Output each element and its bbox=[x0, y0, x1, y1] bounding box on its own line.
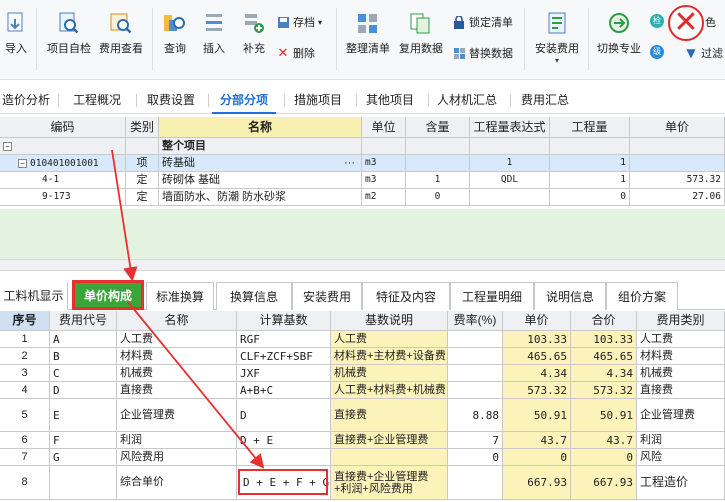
table-row[interactable]: 7 G 风险费用 0 0 0 风险 bbox=[0, 449, 725, 466]
tab-unit-price-composition[interactable]: 单价构成 bbox=[72, 280, 144, 310]
col-header-unit-price[interactable]: 单价 bbox=[630, 117, 725, 138]
grid-header-row: 编码 类别 名称 单位 含量 工程量表达式 工程量 单价 bbox=[0, 117, 725, 138]
fee-view-icon bbox=[106, 10, 136, 36]
table-row[interactable]: 5 E 企业管理费 D 直接费 8.88 50.91 50.91 企业管理费 bbox=[0, 399, 725, 432]
collapse-icon[interactable]: − bbox=[18, 158, 27, 168]
more-button[interactable]: ··· bbox=[344, 155, 355, 171]
close-icon[interactable]: ✕ bbox=[668, 5, 704, 41]
tab-features-content[interactable]: 特征及内容 bbox=[362, 282, 450, 310]
empty-grid-area bbox=[0, 209, 725, 259]
tab-other-items[interactable]: 其他项目 bbox=[362, 86, 418, 114]
col-header-fee-category[interactable]: 费用类别 bbox=[637, 311, 725, 331]
tab-standard-conversion[interactable]: 标准换算 bbox=[146, 282, 214, 310]
lock-icon bbox=[452, 15, 466, 29]
col-header-quantity[interactable]: 工程量 bbox=[550, 117, 630, 138]
col-header-expression[interactable]: 工程量表达式 bbox=[470, 117, 550, 138]
tab-fee-settings[interactable]: 取费设置 bbox=[140, 86, 202, 114]
archive-button[interactable]: 存档 ▾ bbox=[276, 14, 322, 30]
dropdown-arrow-icon: ▾ bbox=[554, 56, 559, 65]
col-header-category[interactable]: 类别 bbox=[126, 117, 159, 138]
col-header-code[interactable]: 编码 bbox=[0, 117, 126, 138]
tab-description-info[interactable]: 说明信息 bbox=[534, 282, 606, 310]
ribbon-toolbar: 导入 项目自检 费用查看 查询 插入 补充 存档 ▾ ✕ 删除 整理清单 复用数… bbox=[0, 0, 725, 80]
fee-view-button[interactable]: 费用查看 bbox=[96, 4, 146, 56]
dropdown-arrow-icon: ▾ bbox=[318, 17, 323, 27]
whole-project-label: 整个项目 bbox=[159, 138, 362, 155]
col-header-amount[interactable]: 含量 bbox=[406, 117, 470, 138]
table-row[interactable]: 6 F 利润 D + E 直接费+企业管理费 7 43.7 43.7 利润 bbox=[0, 432, 725, 449]
delete-button[interactable]: ✕ 删除 bbox=[276, 45, 315, 61]
query-button[interactable]: 查询 bbox=[158, 4, 192, 56]
color-button[interactable]: 色 bbox=[705, 14, 716, 30]
table-row[interactable]: 4-1 定 砖砌体 基础 m3 1 QDL 1 573.32 bbox=[0, 172, 725, 189]
table-row[interactable]: 1 A 人工费 RGF 人工费 103.33 103.33 人工费 bbox=[0, 331, 725, 348]
tab-project-overview[interactable]: 工程概况 bbox=[66, 86, 128, 114]
tab-quantity-details[interactable]: 工程量明细 bbox=[450, 282, 534, 310]
main-tab-bar: 造价分析 工程概况 取费设置 分部分项 措施项目 其他项目 人材机汇总 费用汇总 bbox=[0, 86, 725, 114]
grid-header-row: 序号 费用代号 名称 计算基数 基数说明 费率(%) 单价 合价 费用类别 bbox=[0, 311, 725, 331]
reuse-data-icon bbox=[406, 10, 436, 36]
table-row[interactable]: 9-173 定 墙面防水、防潮 防水砂浆 m2 0 0 27.06 bbox=[0, 189, 725, 206]
col-header-seq[interactable]: 序号 bbox=[0, 311, 50, 331]
col-header-unit-price[interactable]: 单价 bbox=[503, 311, 571, 331]
delete-x-icon: ✕ bbox=[277, 45, 289, 61]
import-icon bbox=[1, 10, 31, 36]
tab-fee-summary[interactable]: 费用汇总 bbox=[516, 86, 574, 114]
table-row-whole-project[interactable]: − 整个项目 bbox=[0, 138, 725, 155]
table-row[interactable]: −010401001001 项 砖基础 ··· m3 1 1 bbox=[0, 155, 725, 172]
detail-tab-bar: 工料机显示 单价构成 标准换算 换算信息 安装费用 特征及内容 工程量明细 说明… bbox=[0, 280, 725, 310]
supplement-icon bbox=[239, 10, 269, 36]
col-header-calc-base[interactable]: 计算基数 bbox=[237, 311, 331, 331]
tab-divisional-items[interactable]: 分部分项 bbox=[212, 86, 276, 114]
filter-funnel-icon: ▼ bbox=[686, 46, 696, 60]
panel-splitter[interactable] bbox=[0, 259, 725, 271]
col-header-rate[interactable]: 费率(%) bbox=[448, 311, 503, 331]
col-header-unit[interactable]: 单位 bbox=[362, 117, 406, 138]
col-header-total[interactable]: 合价 bbox=[571, 311, 637, 331]
organize-list-icon bbox=[353, 10, 383, 36]
tab-install-fee[interactable]: 安装费用 bbox=[292, 282, 362, 310]
check-badge[interactable]: 检 bbox=[650, 14, 664, 28]
col-header-fee-code[interactable]: 费用代号 bbox=[50, 311, 117, 331]
supplement-button[interactable]: 补充 bbox=[238, 4, 270, 56]
col-header-name[interactable]: 名称 bbox=[159, 117, 362, 138]
reuse-data-button[interactable]: 复用数据 bbox=[396, 4, 446, 56]
switch-major-icon bbox=[604, 10, 634, 36]
insert-icon bbox=[199, 10, 229, 36]
organize-list-button[interactable]: 整理清单 bbox=[342, 4, 394, 56]
query-icon bbox=[160, 10, 190, 36]
lock-list-button[interactable]: 锁定清单 bbox=[452, 14, 513, 30]
replace-icon bbox=[452, 46, 466, 60]
install-fee-button[interactable]: 安装费用 ▾ bbox=[532, 4, 582, 65]
col-header-name[interactable]: 名称 bbox=[117, 311, 237, 331]
import-button[interactable]: 导入 bbox=[0, 4, 32, 56]
level-badge[interactable]: 级 bbox=[650, 45, 664, 59]
tab-conversion-info[interactable]: 换算信息 bbox=[216, 282, 292, 310]
filter-button[interactable]: ▼ 过滤 bbox=[684, 45, 723, 61]
table-row[interactable]: 2 B 材料费 CLF+ZCF+SBF 材料费+主材费+设备费 465.65 4… bbox=[0, 348, 725, 365]
collapse-icon[interactable]: − bbox=[3, 141, 12, 151]
self-check-button[interactable]: 项目自检 bbox=[44, 4, 94, 56]
col-header-base-desc[interactable]: 基数说明 bbox=[331, 311, 448, 331]
tab-measure-items[interactable]: 措施项目 bbox=[290, 86, 346, 114]
table-row[interactable]: 3 C 机械费 JXF 机械费 4.34 4.34 机械费 bbox=[0, 365, 725, 382]
replace-data-button[interactable]: 替换数据 bbox=[452, 45, 513, 61]
tab-labor-material-summary[interactable]: 人材机汇总 bbox=[434, 86, 500, 114]
tab-labor-material-display[interactable]: 工料机显示 bbox=[0, 282, 68, 310]
tab-cost-analysis[interactable]: 造价分析 bbox=[0, 86, 52, 114]
table-row[interactable]: 4 D 直接费 A+B+C 人工费+材料费+机械费 573.32 573.32 … bbox=[0, 382, 725, 399]
archive-icon bbox=[276, 15, 290, 29]
table-row[interactable]: 8 综合单价 D + E + F + G 直接费+企业管理费+利润+风险费用 6… bbox=[0, 466, 725, 500]
tab-pricing-scheme[interactable]: 组价方案 bbox=[606, 282, 678, 310]
install-fee-icon bbox=[542, 10, 572, 36]
insert-button[interactable]: 插入 bbox=[198, 4, 230, 56]
switch-major-button[interactable]: 切换专业 bbox=[594, 4, 644, 56]
magnifier-check-icon bbox=[54, 10, 84, 36]
